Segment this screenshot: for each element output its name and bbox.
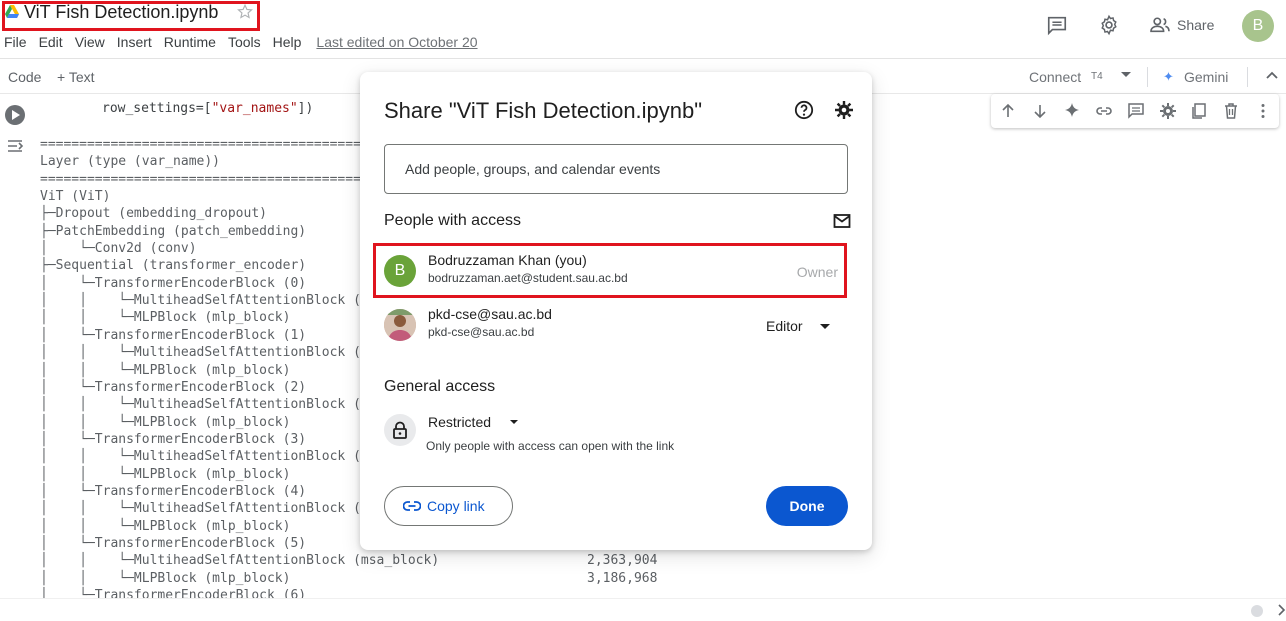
delete-trash-icon[interactable]: [1222, 102, 1240, 120]
menu-file[interactable]: File: [4, 34, 27, 50]
done-button[interactable]: Done: [766, 486, 848, 526]
output-line: ViT (ViT): [40, 189, 111, 204]
output-line: │ │ └─MLPBlock (mlp_block): [40, 518, 291, 534]
output-param-count: 3,186,968: [587, 571, 658, 586]
lock-icon-container: [384, 414, 416, 446]
owner-row-highlight: [373, 243, 847, 298]
settings-gear-icon[interactable]: [1159, 102, 1177, 120]
general-access-description: Only people with access can open with th…: [426, 439, 675, 453]
general-access-heading: General access: [384, 378, 496, 395]
lock-icon: [393, 421, 407, 439]
share-people-icon[interactable]: [1149, 16, 1171, 34]
output-line: │ │ └─MLPBlock (mlp_block): [40, 310, 291, 326]
cell-toolbar: [991, 94, 1279, 128]
runtime-type-label: T4: [1091, 71, 1103, 82]
gemini-button[interactable]: Gemini: [1184, 69, 1228, 85]
output-line: │ └─TransformerEncoderBlock (1): [40, 327, 307, 343]
person-email: pkd-cse@sau.ac.bd: [428, 325, 535, 339]
add-people-input[interactable]: [384, 144, 848, 194]
link-icon: [403, 501, 421, 511]
output-line: │ └─TransformerEncoderBlock (3): [40, 431, 307, 447]
status-indicator-icon: [1251, 605, 1263, 617]
collapse-chevron-up-icon[interactable]: [1265, 69, 1279, 83]
account-avatar[interactable]: B: [1242, 10, 1274, 42]
star-icon[interactable]: [236, 3, 254, 21]
menu-insert[interactable]: Insert: [117, 34, 152, 50]
output-param-count: 2,363,904: [587, 553, 658, 568]
help-icon[interactable]: [794, 100, 814, 120]
move-down-arrow-icon[interactable]: [1031, 102, 1049, 120]
output-line: │ └─TransformerEncoderBlock (5): [40, 536, 307, 551]
email-envelope-icon[interactable]: [833, 213, 851, 229]
people-with-access-heading: People with access: [384, 212, 521, 229]
output-line: │ │ └─MLPBlock (mlp_block): [40, 362, 291, 378]
copy-link-label: Copy link: [427, 498, 485, 514]
more-options-icon[interactable]: [1254, 102, 1272, 120]
notebook-title[interactable]: ViT Fish Detection.ipynb: [24, 2, 218, 23]
output-line: ├─PatchEmbedding (patch_embedding): [40, 223, 307, 239]
output-line: │ │ └─MLPBlock (mlp_block): [40, 466, 291, 482]
dropdown-caret-icon[interactable]: [820, 324, 830, 329]
role-select-editor[interactable]: Editor: [766, 318, 803, 334]
chevron-right-icon[interactable]: [1276, 603, 1286, 617]
add-code-button[interactable]: Code: [8, 69, 41, 85]
link-icon[interactable]: [1095, 102, 1113, 120]
code-text: ]): [297, 101, 314, 116]
dialog-title: Share "ViT Fish Detection.ipynb": [384, 98, 703, 123]
toolbar-divider: [1247, 67, 1248, 87]
code-text: row_settings=[: [102, 101, 212, 116]
comment-icon[interactable]: [1127, 102, 1145, 120]
toolbar-divider: [1147, 67, 1148, 87]
share-button[interactable]: Share: [1177, 17, 1214, 33]
output-actions-icon[interactable]: [6, 138, 24, 154]
output-line: │ └─TransformerEncoderBlock (4): [40, 483, 307, 499]
move-up-arrow-icon[interactable]: [999, 102, 1017, 120]
settings-gear-icon[interactable]: [1098, 14, 1120, 36]
status-bar: [0, 598, 1286, 621]
add-text-button[interactable]: + Text: [57, 69, 95, 85]
gemini-sparkle-icon[interactable]: ✦: [1163, 69, 1174, 85]
output-line: │ └─TransformerEncoderBlock (0): [40, 275, 307, 291]
menu-edit[interactable]: Edit: [39, 34, 63, 50]
person-name: pkd-cse@sau.ac.bd: [428, 306, 552, 322]
output-line: │ └─TransformerEncoderBlock (2): [40, 379, 307, 395]
profile-photo-avatar: [384, 309, 416, 341]
output-line: │ │ └─MLPBlock (mlp_block): [40, 570, 291, 586]
app-header: ViT Fish Detection.ipynb File Edit View Ins…: [0, 0, 1286, 58]
drive-logo-icon: [5, 5, 19, 18]
gemini-sparkle-icon[interactable]: [1063, 102, 1081, 120]
last-edited-link[interactable]: Last edited on October 20: [316, 34, 477, 50]
mirror-cell-icon[interactable]: [1190, 102, 1208, 120]
menu-view[interactable]: View: [75, 34, 105, 50]
output-line: ├─Dropout (embedding_dropout): [40, 206, 267, 222]
menu-help[interactable]: Help: [273, 34, 302, 50]
code-line[interactable]: row_settings=["var_names"]): [102, 101, 313, 116]
output-header: Layer (type (var_name)): [40, 154, 221, 169]
connect-button[interactable]: Connect: [1029, 69, 1081, 85]
settings-gear-icon[interactable]: [834, 100, 854, 120]
run-cell-button[interactable]: [5, 105, 25, 125]
comment-icon[interactable]: [1046, 14, 1068, 36]
output-line: │ │ └─MLPBlock (mlp_block): [40, 414, 291, 430]
menu-bar: File Edit View Insert Runtime Tools Help Last e…: [4, 34, 490, 52]
menu-runtime[interactable]: Runtime: [164, 34, 216, 50]
person-photo-icon: [384, 309, 416, 341]
code-string: "var_names": [211, 101, 298, 116]
output-line: ├─Sequential (transformer_encoder): [40, 258, 307, 274]
menu-tools[interactable]: Tools: [228, 34, 261, 50]
general-access-select[interactable]: Restricted: [428, 414, 491, 430]
connect-dropdown-caret-icon[interactable]: [1121, 72, 1131, 77]
dropdown-caret-icon[interactable]: [510, 420, 518, 424]
copy-link-button[interactable]: Copy link: [384, 486, 513, 526]
output-line: │ └─Conv2d (conv): [40, 241, 197, 257]
person-row-editor: pkd-cse@sau.ac.bd pkd-cse@sau.ac.bd Edit…: [384, 304, 848, 348]
output-line: │ │ └─MultiheadSelfAttentionBlock (msa_b…: [40, 553, 440, 569]
share-dialog: Share "ViT Fish Detection.ipynb" People …: [360, 72, 872, 550]
